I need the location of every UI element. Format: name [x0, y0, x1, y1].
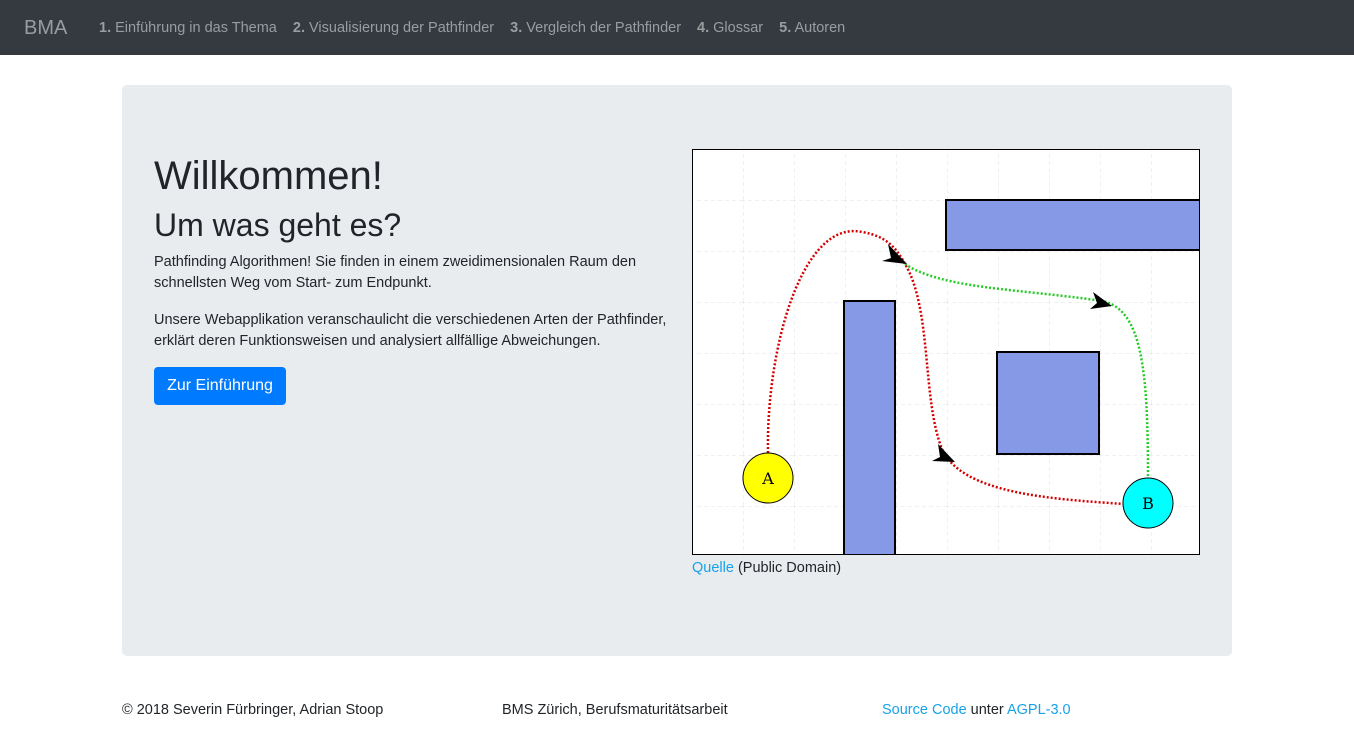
footer-school: BMS Zürich, Berufsmaturitätsarbeit — [502, 702, 728, 718]
nav-item-label: Glossar — [713, 20, 764, 36]
nav-item-number: 4. — [697, 20, 710, 36]
description-paragraph: Unsere Webapplikation veranschaulicht di… — [154, 312, 667, 349]
figure-caption: Quelle (Public Domain) — [692, 559, 841, 577]
obstacle-top-bar — [945, 199, 1200, 251]
footer-source-text: unter — [966, 702, 1007, 718]
footer-source: Source Code unter AGPL-3.0 — [882, 700, 1071, 720]
source-code-link[interactable]: Source Code — [882, 702, 967, 718]
nav-item-label: Einführung in das Thema — [115, 20, 277, 36]
footer-copyright: © 2018 Severin Fürbringer, Adrian Stoop — [122, 702, 384, 718]
obstacle-vertical-bar — [843, 300, 896, 555]
pathfinding-illustration: A B — [692, 149, 1200, 555]
nav-item-number: 5. — [779, 20, 792, 36]
nav-item-glossar[interactable]: 4. Glossar — [697, 19, 763, 37]
navbar: BMA 1. Einführung in das Thema 2. Visual… — [0, 0, 1354, 55]
node-b-label: B — [1142, 494, 1154, 513]
nav-menu: 1. Einführung in das Thema 2. Visualisie… — [99, 19, 861, 37]
hero-jumbotron: Willkommen! Um was geht es? Pathfinding … — [122, 85, 1232, 656]
footer: © 2018 Severin Fürbringer, Adrian Stoop … — [0, 700, 1354, 720]
nav-item-autoren[interactable]: 5. Autoren — [779, 19, 845, 37]
obstacle-square — [996, 351, 1100, 455]
zur-einfuehrung-button[interactable]: Zur Einführung — [154, 367, 286, 405]
nav-item-number: 3. — [510, 20, 523, 36]
nav-item-number: 2. — [292, 20, 305, 36]
node-a-label: A — [761, 469, 774, 488]
quelle-link[interactable]: Quelle — [692, 560, 734, 576]
nav-item-label: Visualisierung der Pathfinder — [309, 20, 495, 36]
nav-item-vergleich[interactable]: 3. Vergleich der Pathfinder — [510, 19, 681, 37]
page-subtitle: Um was geht es? — [154, 207, 402, 243]
brand-link[interactable]: BMA — [24, 16, 67, 40]
intro-paragraph: Pathfinding Algorithmen! Sie finden in e… — [154, 254, 637, 291]
caption-license: (Public Domain) — [733, 560, 842, 576]
nav-item-einfuehrung[interactable]: 1. Einführung in das Thema — [99, 19, 277, 37]
nav-item-number: 1. — [99, 20, 112, 36]
license-link[interactable]: AGPL-3.0 — [1007, 702, 1071, 718]
nav-item-label: Vergleich der Pathfinder — [526, 20, 682, 36]
nav-item-visualisierung[interactable]: 2. Visualisierung der Pathfinder — [293, 19, 494, 37]
nav-item-label: Autoren — [794, 20, 846, 36]
page-title: Willkommen! — [154, 154, 383, 198]
